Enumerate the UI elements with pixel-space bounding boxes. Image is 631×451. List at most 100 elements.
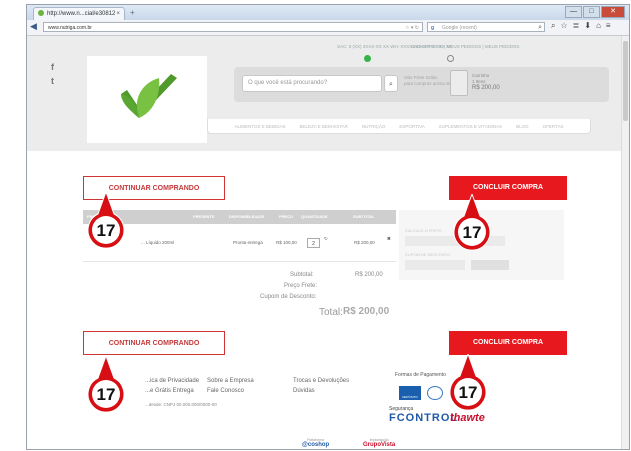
shopping-bag-icon[interactable] [450, 70, 468, 96]
leaf-check-logo-icon [121, 74, 177, 118]
subtotal-value: R$ 200,00 [355, 272, 383, 278]
col-availability: DISPONIBILIDADE [229, 214, 265, 219]
coupon-label: CUPOM DE DESCONTO [405, 252, 451, 257]
remove-item-icon[interactable]: ✖ [387, 236, 391, 242]
menu-item-blog[interactable]: BLOG [516, 124, 529, 129]
address-bar[interactable]: www.nutriga.com.br ☆ ▾ ↻ [43, 22, 423, 32]
search-area: O que você está procurando? ⌕ Otto Frete… [234, 67, 609, 102]
annotation-badge-4: 17 [446, 352, 490, 412]
table-row: ... Líquido 200ml Pronta entrega R$ 100,… [83, 227, 396, 262]
coupon-apply-button[interactable] [471, 260, 509, 270]
about-company-link[interactable]: Sobre a Empresa [207, 378, 254, 384]
category-menu: ALIMENTOS E BEBIDAS BELEZA E BEM-ESTAR N… [207, 119, 591, 134]
faq-link[interactable]: Dúvidas [293, 388, 315, 394]
pin-marker-icon: 17 [449, 352, 487, 411]
browser-search-placeholder: Google (recent) [442, 25, 477, 31]
item-name[interactable]: ... Líquido 200ml [141, 240, 174, 245]
whatsapp-icon[interactable] [364, 55, 371, 62]
menu-icon[interactable]: ≡ [606, 21, 611, 31]
google-icon: g [431, 25, 435, 31]
deposit-label: DEPÓSITO [402, 395, 418, 399]
item-availability: Pronta entrega [233, 240, 263, 245]
annotation-badge-2: 17 [450, 192, 494, 252]
magnifier-icon[interactable]: ⌕ [538, 23, 542, 33]
cnpj-text: ...desde: CNPJ 00.000.000/0000-00 [145, 402, 217, 407]
contact-link[interactable]: Fale Conosco [207, 388, 244, 394]
agency-logo: Implantação GrupoVista [363, 438, 395, 448]
free-delivery-link[interactable]: ...e Grátis Entrega [145, 388, 194, 394]
twitter-icon[interactable]: t [51, 74, 54, 88]
free-shipping-info: Otto Frete Grátis para compras acima de [404, 75, 451, 87]
scrollbar-thumb[interactable] [623, 41, 628, 121]
thawte-logo: thawte [450, 412, 485, 424]
menu-item-suplementos[interactable]: SUPLEMENTOS E VITAMINAS [439, 124, 502, 129]
search-icon[interactable]: ⌕ [551, 21, 555, 31]
toolbar-icons: ⌕ ☆ ≣ ⬇ ⌂ ≡ [551, 21, 611, 31]
url-actions[interactable]: ☆ ▾ ↻ [405, 23, 419, 33]
bookmark-star-icon[interactable]: ☆ [560, 21, 567, 31]
continue-shopping-button-bottom[interactable]: CONTINUAR COMPRANDO [83, 331, 225, 355]
bank-payment-icon [427, 386, 443, 400]
item-price: R$ 100,00 [276, 240, 297, 245]
maximize-button[interactable]: □ [583, 6, 600, 18]
favicon-icon [38, 10, 44, 17]
home-icon[interactable]: ⌂ [596, 21, 601, 31]
agency-name: GrupoVista [363, 442, 396, 448]
conclude-purchase-button-bottom[interactable]: CONCLUIR COMPRA [449, 331, 567, 355]
menu-item-beleza[interactable]: BELEZA E BEM-ESTAR [299, 124, 347, 129]
tab-title: http://www.n...cial/e30812 [47, 11, 116, 17]
privacy-policy-link[interactable]: ...ica de Privacidade [145, 378, 199, 384]
total-label: Total: [319, 307, 343, 318]
site-search-input[interactable]: O que você está procurando? [242, 75, 382, 92]
bookmarks-menu-icon[interactable]: ≣ [573, 21, 580, 31]
close-window-button[interactable]: ✕ [601, 6, 625, 18]
freight-price-label: Preço Frete: [284, 283, 318, 289]
col-subtotal: SUBTOTAL [353, 214, 375, 219]
fcontrol-logo: FCONTROL [389, 412, 459, 424]
col-gift: PRESENTE [193, 214, 215, 219]
navigation-bar: ◀ www.nutriga.com.br ☆ ▾ ↻ g Google (rec… [27, 20, 629, 36]
item-subtotal: R$ 200,00 [354, 240, 375, 245]
subtotal-label: Subtotal: [290, 272, 314, 278]
site-logo[interactable] [87, 56, 207, 143]
pin-marker-icon: 17 [87, 354, 125, 413]
search-button[interactable]: ⌕ [384, 75, 398, 92]
svg-text:17: 17 [97, 221, 116, 240]
cart-table-header: PRODUTO PRESENTE DISPONIBILIDADE PREÇO Q… [83, 210, 396, 224]
download-icon[interactable]: ⬇ [584, 21, 591, 31]
mini-cart[interactable]: Carrinho 1 Itens R$ 200,00 [472, 73, 500, 91]
menu-item-ofertas[interactable]: OFERTAS [543, 124, 564, 129]
social-links: f t [51, 60, 54, 88]
svg-text:17: 17 [463, 223, 482, 242]
top-account-links[interactable]: CADASTRE-SE | MEUS PEDIDOS | MEUS PEDIDO… [411, 44, 519, 49]
browser-search-box[interactable]: g Google (recent) ⌕ [427, 22, 545, 32]
col-quantity: QUANTIDADE [301, 214, 328, 219]
col-price: PREÇO [279, 214, 294, 219]
skype-icon[interactable] [447, 55, 454, 62]
menu-item-esportiva[interactable]: ESPORTIVA [399, 124, 424, 129]
facebook-icon[interactable]: f [51, 60, 54, 74]
platform-name: @coshop [302, 442, 330, 448]
returns-link[interactable]: Trocas e Devoluções [293, 378, 349, 384]
menu-item-alimentos[interactable]: ALIMENTOS E BEBIDAS [235, 124, 286, 129]
calc-freight-label: CALCULE O FRETE [405, 228, 442, 233]
free-shipping-line2: para compras acima de [404, 81, 452, 86]
quantity-input[interactable]: 2 [307, 238, 320, 248]
title-bar: http://www.n...cial/e30812 × + — □ ✕ [27, 5, 629, 20]
site-search-placeholder: O que você está procurando? [248, 80, 328, 86]
back-arrow-icon[interactable]: ◀ [30, 21, 37, 32]
coupon-input[interactable] [405, 260, 465, 270]
platform-logo: Plataforma @coshop [302, 438, 329, 448]
new-tab-button[interactable]: + [130, 7, 135, 19]
mini-cart-total: R$ 200,00 [472, 85, 500, 91]
deposit-payment-icon: DEPÓSITO [399, 386, 421, 400]
pin-marker-icon: 17 [87, 190, 125, 249]
coupon-discount-label: Cupom de Desconto: [260, 294, 317, 300]
refresh-icon[interactable]: ↻ [324, 236, 328, 242]
window-controls: — □ ✕ [565, 6, 625, 18]
payment-methods-title: Formas de Pagamento [395, 372, 446, 378]
minimize-button[interactable]: — [565, 6, 582, 18]
menu-item-nutricao[interactable]: NUTRIÇÃO [362, 124, 386, 129]
browser-tab[interactable]: http://www.n...cial/e30812 × [33, 7, 125, 20]
scrollbar[interactable] [621, 36, 629, 449]
